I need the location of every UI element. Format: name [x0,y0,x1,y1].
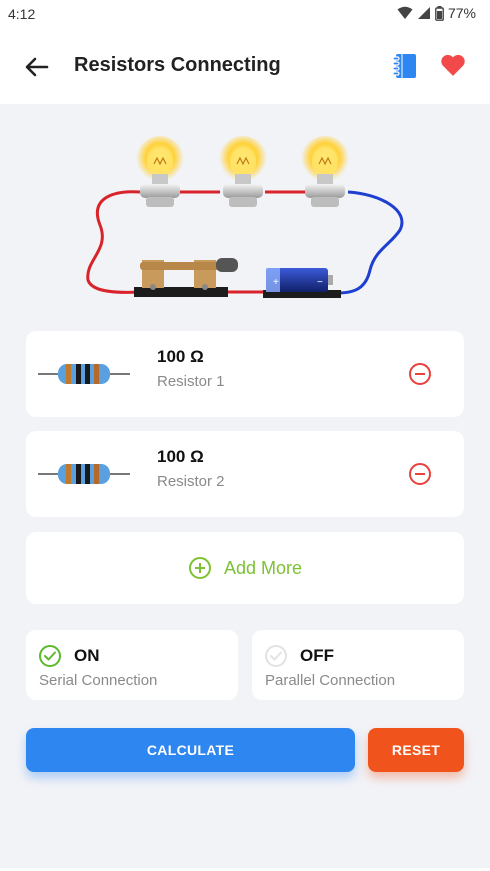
add-more-button[interactable]: Add More [26,532,464,604]
parallel-label: Parallel Connection [265,672,396,689]
battery-percent: 77% [447,5,476,21]
status-bar: 4:12 77% [0,0,490,30]
battery-illustration: + − [263,268,341,298]
add-circle-icon [188,557,211,579]
circuit-illustration: + − [86,136,404,298]
check-circle-icon [39,645,61,667]
bulb-2 [219,136,267,207]
remove-circle-icon[interactable] [408,462,432,486]
serial-label: Serial Connection [39,672,158,689]
page-title: Resistors Connecting [74,54,281,76]
svg-text:+: + [273,277,279,288]
remove-circle-icon[interactable] [408,362,432,386]
status-time: 4:12 [8,6,36,22]
notebook-icon[interactable] [392,52,418,80]
bulb-3 [301,136,349,207]
check-circle-icon [265,645,287,667]
resistor-image [38,464,130,484]
add-more-label: Add More [223,557,303,578]
app-bar: Resistors Connecting [0,30,490,104]
resistor-card: 100 Ω Resistor 2 [26,431,464,517]
calculate-button[interactable]: CALCULATE [26,728,355,772]
serial-state: ON [74,646,100,665]
signal-icon [417,7,430,19]
parallel-connection-toggle[interactable]: OFF Parallel Connection [252,630,464,700]
favorite-heart-icon[interactable] [440,52,466,78]
reset-button[interactable]: RESET [368,728,464,772]
bulb-1 [136,136,184,207]
resistor-name: Resistor 2 [157,473,225,490]
back-arrow-icon[interactable] [22,52,52,82]
resistor-value: 100 Ω [157,447,204,466]
svg-text:−: − [317,277,323,288]
battery-icon [435,5,444,21]
serial-connection-toggle[interactable]: ON Serial Connection [26,630,238,700]
resistor-card: 100 Ω Resistor 1 [26,331,464,417]
parallel-state: OFF [300,646,334,665]
status-icons: 77% [397,5,476,21]
resistor-value: 100 Ω [157,347,204,366]
wifi-icon [397,6,413,19]
knife-switch [134,258,238,297]
resistor-image [38,364,130,384]
resistor-name: Resistor 1 [157,373,225,390]
